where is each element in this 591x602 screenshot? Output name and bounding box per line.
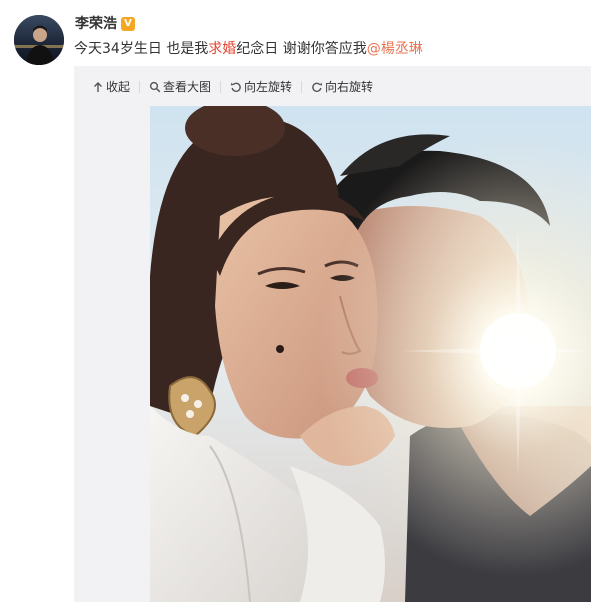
toolbar-divider — [301, 81, 303, 93]
toolbar-divider — [220, 81, 222, 93]
couple-selfie-photo-icon — [150, 106, 591, 602]
avatar-photo-icon — [14, 15, 64, 65]
collapse-button[interactable]: 收起 — [92, 78, 130, 96]
mention-link[interactable]: @楊丞琳 — [367, 41, 423, 57]
media-expanded-box: 收起 查看大图 向左旋转 向右旋转 — [74, 66, 591, 602]
rotate-left-label: 向左旋转 — [244, 80, 293, 94]
rotate-left-icon — [230, 82, 241, 92]
avatar[interactable] — [14, 15, 64, 65]
verified-badge-icon: V — [121, 17, 135, 31]
post-text-part: 纪念日 谢谢你答应我 — [236, 41, 367, 57]
post-photo[interactable] — [150, 106, 591, 602]
view-large-button[interactable]: 查看大图 — [149, 78, 211, 96]
author-name[interactable]: 李荣浩 — [75, 14, 117, 34]
media-toolbar: 收起 查看大图 向左旋转 向右旋转 — [92, 78, 373, 96]
rotate-right-icon — [312, 82, 323, 92]
post-text-highlight: 求婚 — [208, 41, 237, 57]
toolbar-divider — [139, 81, 141, 93]
view-large-label: 查看大图 — [163, 80, 212, 94]
rotate-right-button[interactable]: 向右旋转 — [311, 78, 373, 96]
rotate-right-label: 向右旋转 — [325, 80, 374, 94]
arrow-up-icon — [94, 82, 102, 92]
rotate-left-button[interactable]: 向左旋转 — [230, 78, 292, 96]
post-text-part: 今天34岁生日 也是我 — [74, 41, 209, 57]
magnifier-icon — [149, 81, 161, 93]
post-text: 今天34岁生日 也是我求婚纪念日 谢谢你答应我@楊丞琳 — [74, 39, 423, 59]
collapse-label: 收起 — [106, 80, 131, 94]
